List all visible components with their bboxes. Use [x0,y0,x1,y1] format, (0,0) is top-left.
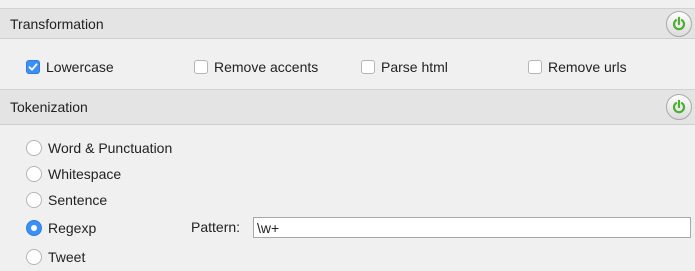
tokenization-title: Tokenization [10,99,88,115]
radio-whitespace[interactable]: Whitespace [26,162,121,186]
radio-circle[interactable] [26,249,42,265]
checkbox-box[interactable] [528,60,542,74]
remove-accents-checkbox[interactable]: Remove accents [194,53,318,81]
tokenization-power-button[interactable] [666,94,692,120]
pattern-input[interactable] [253,217,691,238]
checkbox-box[interactable] [26,60,40,74]
radio-label: Tweet [48,249,86,265]
tokenization-header: Tokenization [0,89,695,125]
radio-circle[interactable] [26,140,42,156]
parse-html-checkbox[interactable]: Parse html [361,53,448,81]
radio-sentence[interactable]: Sentence [26,188,107,212]
remove-urls-label: Remove urls [548,59,627,75]
radio-circle[interactable] [26,166,42,182]
radio-circle[interactable] [26,192,42,208]
power-icon [672,99,686,114]
radio-label: Sentence [48,192,108,208]
transformation-options: Lowercase Remove accents Parse html Remo… [0,53,695,81]
remove-accents-label: Remove accents [214,59,319,75]
checkbox-box[interactable] [194,60,208,74]
radio-circle[interactable] [26,220,42,236]
lowercase-label: Lowercase [46,59,114,75]
parse-html-label: Parse html [381,59,448,75]
radio-tweet[interactable]: Tweet [26,245,85,269]
radio-label: Regexp [48,220,97,236]
checkbox-box[interactable] [361,60,375,74]
power-icon [672,16,686,30]
radio-label: Word & Punctuation [48,140,173,156]
lowercase-checkbox[interactable]: Lowercase [26,53,114,81]
radio-dot [31,225,37,231]
transformation-header: Transformation [0,8,695,39]
radio-regexp[interactable]: Regexp [26,216,96,240]
transformation-title: Transformation [10,15,104,32]
pattern-label: Pattern: [191,219,241,235]
transformation-power-button[interactable] [666,10,692,37]
remove-urls-checkbox[interactable]: Remove urls [528,53,627,81]
radio-word-punctuation[interactable]: Word & Punctuation [26,136,172,160]
checkmark-icon [28,63,38,71]
radio-label: Whitespace [48,166,122,182]
